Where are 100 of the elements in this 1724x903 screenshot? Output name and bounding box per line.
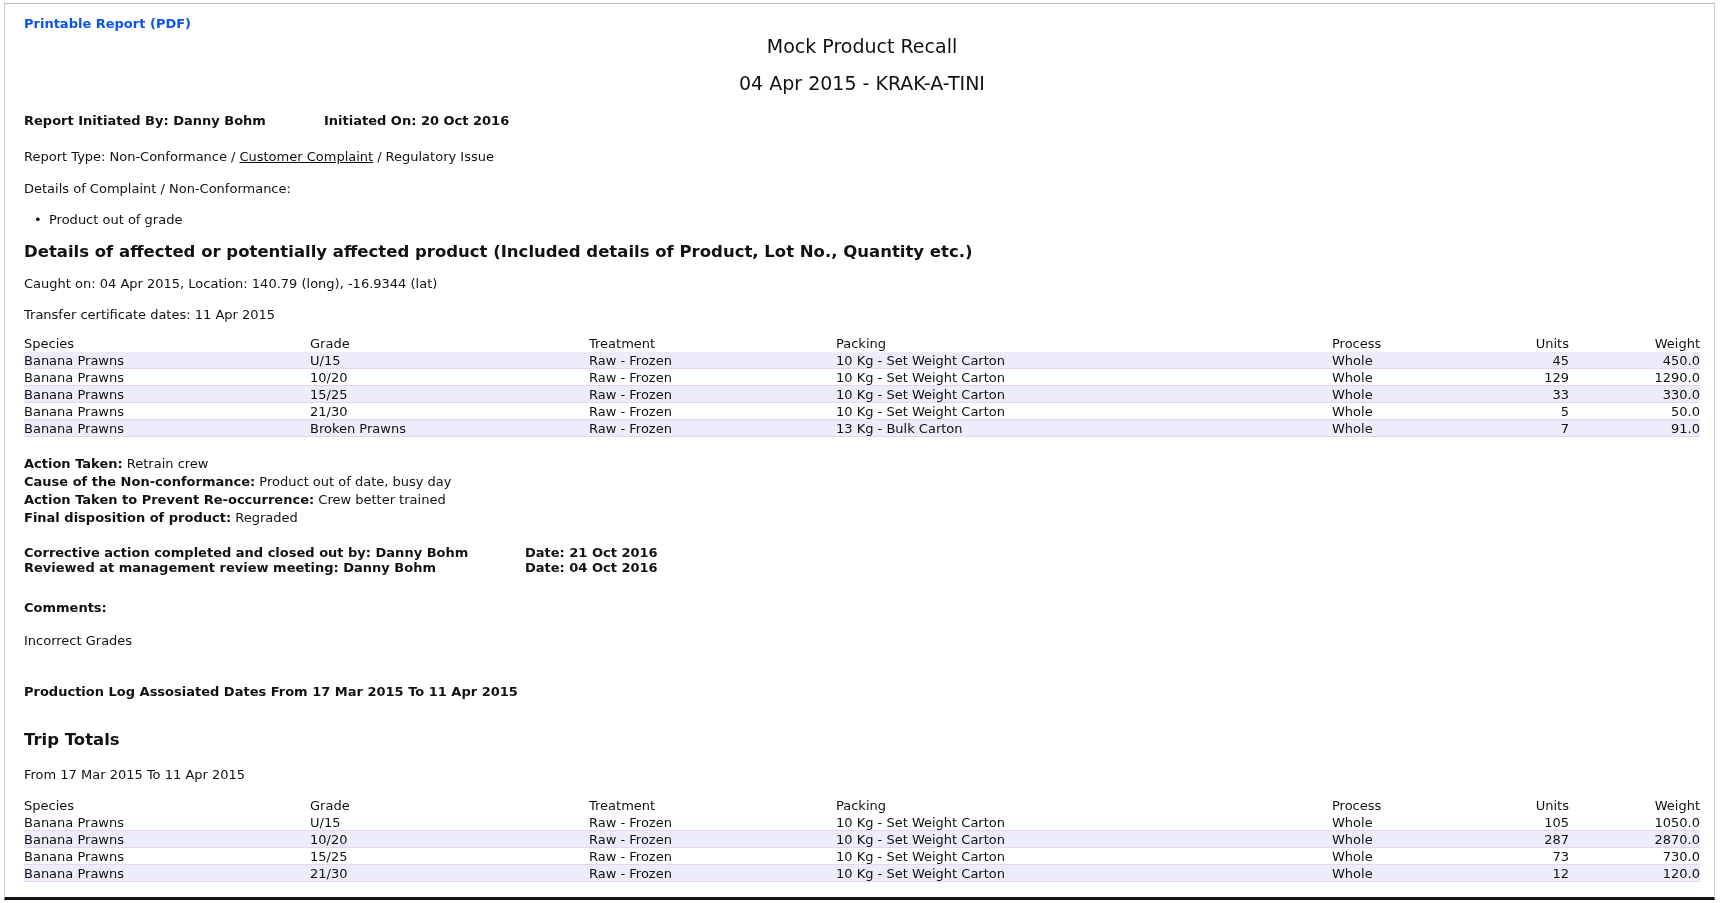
- table-cell: Banana Prawns: [24, 815, 124, 831]
- transfer-dates-text: Transfer certificate dates: 11 Apr 2015: [24, 306, 277, 324]
- table-cell: U/15: [310, 815, 341, 831]
- table-cell: 10/20: [310, 832, 348, 848]
- report-subtitle: 04 Apr 2015 - KRAK-A-TINI: [739, 72, 985, 94]
- column-header: Packing: [836, 336, 886, 352]
- table-cell: 10 Kg - Set Weight Carton: [836, 866, 1005, 882]
- signoff-text: Corrective action completed and closed out by: Danny Bohm: [24, 545, 470, 560]
- table-cell: 10 Kg - Set Weight Carton: [836, 353, 1005, 369]
- table-cell: 33: [1552, 387, 1569, 403]
- table-cell: 15/25: [310, 849, 348, 865]
- column-header: Units: [1535, 336, 1569, 352]
- separator-slash: /: [377, 149, 382, 164]
- table-cell: Banana Prawns: [24, 832, 124, 848]
- table-cell: Whole: [1332, 866, 1373, 882]
- table-cell: Whole: [1332, 370, 1373, 386]
- report-type: Non-Conformance: [109, 149, 227, 164]
- table-cell: 330.0: [1662, 387, 1700, 403]
- table-cell: Whole: [1332, 353, 1373, 369]
- action-line: Final disposition of product: Regraded: [24, 509, 299, 527]
- table-cell: 13 Kg - Bulk Carton: [836, 421, 963, 437]
- column-header: Units: [1535, 798, 1569, 814]
- table-cell: 7: [1560, 421, 1569, 437]
- table-cell: Whole: [1332, 815, 1373, 831]
- column-header: Species: [24, 798, 75, 814]
- signoff-date: Date: 04 Oct 2016: [525, 560, 658, 575]
- action-line: Cause of the Non-conformance: Product out of date, busy day: [24, 473, 453, 491]
- table-cell: Whole: [1332, 421, 1373, 437]
- column-header: Grade: [310, 336, 350, 352]
- table-cell: Banana Prawns: [24, 421, 124, 437]
- column-header: Species: [24, 336, 75, 352]
- table-cell: Raw - Frozen: [589, 421, 672, 437]
- pdf-link[interactable]: Printable Report (PDF): [24, 16, 192, 31]
- table-cell: Banana Prawns: [24, 866, 124, 882]
- table-cell: Raw - Frozen: [589, 404, 672, 420]
- table-cell: Banana Prawns: [24, 370, 124, 386]
- action-line: Action Taken to Prevent Re-occurrence: Crew better trained: [24, 491, 447, 509]
- date-range-text: From 17 Mar 2015 To 11 Apr 2015: [24, 766, 247, 784]
- comments-label: Comments:: [24, 599, 108, 617]
- table-cell: 5: [1560, 404, 1569, 420]
- initiated-on: Initiated On: 20 Oct 2016: [324, 113, 510, 128]
- table-cell: Banana Prawns: [24, 353, 124, 369]
- table-cell: Whole: [1332, 404, 1373, 420]
- table-cell: 2870.0: [1654, 832, 1700, 848]
- details-label: Details of Complaint / Non-Conformance:: [24, 180, 292, 198]
- report-title: Mock Product Recall: [766, 35, 958, 57]
- table-cell: 1290.0: [1654, 370, 1700, 386]
- table-cell: Raw - Frozen: [589, 353, 672, 369]
- column-header: Treatment: [589, 798, 656, 814]
- report-type-label: Report Type:: [24, 149, 106, 164]
- report-type: Customer Complaint: [239, 149, 374, 164]
- table-cell: Banana Prawns: [24, 849, 124, 865]
- table-cell: Raw - Frozen: [589, 832, 672, 848]
- table-cell: Banana Prawns: [24, 404, 124, 420]
- table-cell: 1050.0: [1654, 815, 1700, 831]
- signoff-text: Reviewed at management review meeting: Danny Bohm: [24, 560, 437, 575]
- table-cell: 91.0: [1671, 421, 1700, 437]
- column-header: Weight: [1654, 798, 1700, 814]
- column-header: Process: [1332, 798, 1382, 814]
- table-cell: 45: [1552, 353, 1569, 369]
- table-cell: 129: [1544, 370, 1569, 386]
- comments-text: Incorrect Grades: [24, 632, 134, 650]
- initiated-by: Report Initiated By: Danny Bohm: [24, 113, 267, 128]
- separator-slash: /: [231, 149, 236, 164]
- table-cell: Raw - Frozen: [589, 849, 672, 865]
- details-item: Product out of grade: [49, 211, 183, 229]
- table-cell: Whole: [1332, 832, 1373, 848]
- table-cell: 15/25: [310, 387, 348, 403]
- table-cell: Raw - Frozen: [589, 387, 672, 403]
- table-cell: 730.0: [1662, 849, 1700, 865]
- column-header: Grade: [310, 798, 350, 814]
- table-cell: Whole: [1332, 387, 1373, 403]
- signoff-date: Date: 21 Oct 2016: [525, 545, 658, 560]
- table-cell: 10/20: [310, 370, 348, 386]
- production-log-text: Production Log Assosiated Dates From 17 Mar 2015 To 11 Apr 2015: [24, 683, 519, 701]
- table-cell: 21/30: [310, 404, 348, 420]
- table-cell: 12: [1552, 866, 1569, 882]
- column-header: Packing: [836, 798, 886, 814]
- table-cell: Banana Prawns: [24, 387, 124, 403]
- section-heading: Trip Totals: [24, 730, 121, 750]
- table-cell: 287: [1544, 832, 1569, 848]
- section-heading: Details of affected or potentially affected product (Included details of Product, Lot No., Quantity etc.): [24, 242, 974, 262]
- table-cell: 10 Kg - Set Weight Carton: [836, 387, 1005, 403]
- table-cell: 73: [1552, 849, 1569, 865]
- table-cell: Raw - Frozen: [589, 866, 672, 882]
- caught-on-text: Caught on: 04 Apr 2015, Location: 140.79 (long), -16.9344 (lat): [24, 275, 439, 293]
- table-cell: 105: [1544, 815, 1569, 831]
- table-cell: 50.0: [1671, 404, 1700, 420]
- bullet-mark: •: [34, 211, 43, 229]
- column-header: Weight: [1654, 336, 1700, 352]
- table-cell: Raw - Frozen: [589, 815, 672, 831]
- table-cell: 120.0: [1662, 866, 1700, 882]
- column-header: Process: [1332, 336, 1382, 352]
- action-line: Action Taken: Retrain crew: [24, 455, 210, 473]
- table-cell: 10 Kg - Set Weight Carton: [836, 404, 1005, 420]
- report-type: Regulatory Issue: [385, 149, 494, 164]
- table-cell: 10 Kg - Set Weight Carton: [836, 832, 1005, 848]
- table-cell: 21/30: [310, 866, 348, 882]
- table-cell: 10 Kg - Set Weight Carton: [836, 849, 1005, 865]
- table-cell: Broken Prawns: [310, 421, 406, 437]
